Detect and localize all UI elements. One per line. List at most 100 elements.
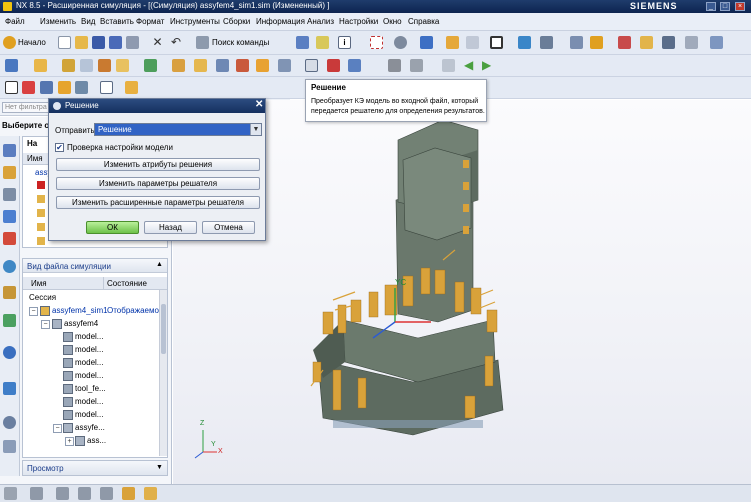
load-type-icon[interactable]: [80, 59, 93, 72]
arrow-left-icon[interactable]: ◀: [464, 59, 477, 72]
results-icon[interactable]: [327, 59, 340, 72]
menu-information[interactable]: Информация: [256, 17, 305, 26]
tree-row-model[interactable]: model...: [75, 369, 103, 382]
menu-view[interactable]: Вид: [81, 17, 95, 26]
model-icon[interactable]: [296, 36, 309, 49]
snap-intersection-icon[interactable]: [144, 487, 157, 500]
submit-select[interactable]: Решение ▼: [94, 123, 262, 136]
history-icon[interactable]: [3, 260, 16, 273]
expand-toggle[interactable]: −: [53, 424, 62, 433]
system-scenes-icon[interactable]: [3, 382, 16, 395]
simulation-object-icon[interactable]: [194, 59, 207, 72]
info-icon[interactable]: i: [338, 36, 351, 49]
expand-toggle[interactable]: −: [29, 307, 38, 316]
modeling-object-icon[interactable]: [278, 59, 291, 72]
snap-point-icon[interactable]: [75, 81, 88, 94]
select-all-icon[interactable]: [22, 81, 35, 94]
part-navigator-icon[interactable]: [3, 188, 16, 201]
expand-icon[interactable]: ▼: [156, 464, 163, 471]
edit-solver-parameters-button[interactable]: Изменить параметры решателя: [56, 177, 260, 190]
previous-icon[interactable]: [442, 59, 455, 72]
snap-center-icon[interactable]: [100, 487, 113, 500]
edit-solution-attributes-button[interactable]: Изменить атрибуты решения: [56, 158, 260, 171]
mesh-icon[interactable]: [640, 36, 653, 49]
snap-quadrant-icon[interactable]: [122, 487, 135, 500]
filter-icon[interactable]: [540, 36, 553, 49]
edit-advanced-solver-parameters-button[interactable]: Изменить расширенные параметры решателя: [56, 196, 260, 209]
probe-icon[interactable]: [410, 59, 423, 72]
solve-icon[interactable]: [305, 59, 318, 72]
checkbox-red-icon[interactable]: [37, 181, 45, 189]
help-panel-icon[interactable]: [3, 440, 16, 453]
print-icon[interactable]: [126, 36, 139, 49]
back-button[interactable]: Назад: [144, 221, 197, 234]
deselect-icon[interactable]: [40, 81, 53, 94]
menu-analysis[interactable]: Анализ: [307, 17, 334, 26]
temperature-icon[interactable]: [144, 59, 157, 72]
rectangle-select-icon[interactable]: [5, 81, 18, 94]
force-icon[interactable]: [116, 59, 129, 72]
mesh-point-icon[interactable]: [172, 59, 185, 72]
expand-toggle[interactable]: +: [65, 437, 74, 446]
tree-row-model[interactable]: model...: [75, 408, 103, 421]
start-button[interactable]: Начало: [18, 38, 46, 47]
tree-scrollbar[interactable]: [159, 290, 167, 456]
type-filter-select[interactable]: Нет фильтра: [2, 102, 54, 113]
preview-title[interactable]: Просмотр: [27, 464, 64, 473]
display-option-icon[interactable]: [125, 81, 138, 94]
state-column[interactable]: Состояние: [107, 279, 147, 288]
assembly-navigator-icon[interactable]: [3, 144, 16, 157]
menu-help[interactable]: Справка: [408, 17, 439, 26]
save-icon[interactable]: [92, 36, 105, 49]
undo-icon[interactable]: ↶: [171, 36, 184, 49]
tree-row-model[interactable]: model...: [75, 395, 103, 408]
collector-icon[interactable]: [662, 36, 675, 49]
expand-toggle[interactable]: −: [41, 320, 50, 329]
glue-icon[interactable]: [256, 59, 269, 72]
tree-row-model[interactable]: model...: [75, 330, 103, 343]
layer-icon[interactable]: [466, 36, 479, 49]
animation-icon[interactable]: [388, 59, 401, 72]
command-finder-button[interactable]: Поиск команды: [212, 38, 269, 47]
render-style-icon[interactable]: [446, 36, 459, 49]
region-icon[interactable]: [216, 59, 229, 72]
constraint-icon[interactable]: [590, 36, 603, 49]
minimize-button[interactable]: _: [706, 2, 716, 11]
tree-row-ass[interactable]: ass...: [87, 434, 106, 447]
frame-icon[interactable]: [490, 36, 503, 49]
dialog-close-icon[interactable]: ✕: [255, 99, 263, 110]
navigator-icon[interactable]: [518, 36, 531, 49]
selection-icon[interactable]: [4, 487, 17, 500]
snap-mid-icon[interactable]: [78, 487, 91, 500]
sim-navigator-icon[interactable]: [5, 59, 18, 72]
post-process-icon[interactable]: [348, 59, 361, 72]
system-materials-icon[interactable]: [3, 286, 16, 299]
collapse-icon[interactable]: ▲: [156, 261, 163, 268]
tree-row-assyfem[interactable]: assyfe...: [75, 421, 105, 434]
snap-icon[interactable]: [685, 36, 698, 49]
save-as-icon[interactable]: [109, 36, 122, 49]
close-button[interactable]: ×: [735, 2, 745, 11]
tree-row-model[interactable]: model...: [75, 356, 103, 369]
sim-navigator-tab-icon[interactable]: [3, 166, 16, 179]
show-hide-icon[interactable]: [100, 81, 113, 94]
delete-icon[interactable]: ✕: [151, 36, 164, 49]
cube-view-icon[interactable]: [420, 36, 433, 49]
menu-file[interactable]: Файл: [5, 17, 25, 26]
dialog-title-bar[interactable]: Решение ✕: [49, 99, 265, 113]
menu-preferences[interactable]: Настройки: [339, 17, 378, 26]
menu-edit[interactable]: Изменить: [40, 17, 76, 26]
arrow-right-icon[interactable]: ▶: [482, 59, 495, 72]
snap-point-icon[interactable]: [30, 487, 43, 500]
cancel-button[interactable]: Отмена: [202, 221, 255, 234]
load-icon[interactable]: [618, 36, 631, 49]
reuse-library-icon[interactable]: [3, 210, 16, 223]
snap-end-icon[interactable]: [56, 487, 69, 500]
menu-window[interactable]: Окно: [383, 17, 402, 26]
orient-view-icon[interactable]: [394, 36, 407, 49]
constraint-type-icon[interactable]: [62, 59, 75, 72]
open-folder-icon[interactable]: [75, 36, 88, 49]
new-file-icon[interactable]: [58, 36, 71, 49]
web-browser-icon[interactable]: [3, 232, 16, 245]
check-model-checkbox[interactable]: ✔: [55, 143, 64, 152]
